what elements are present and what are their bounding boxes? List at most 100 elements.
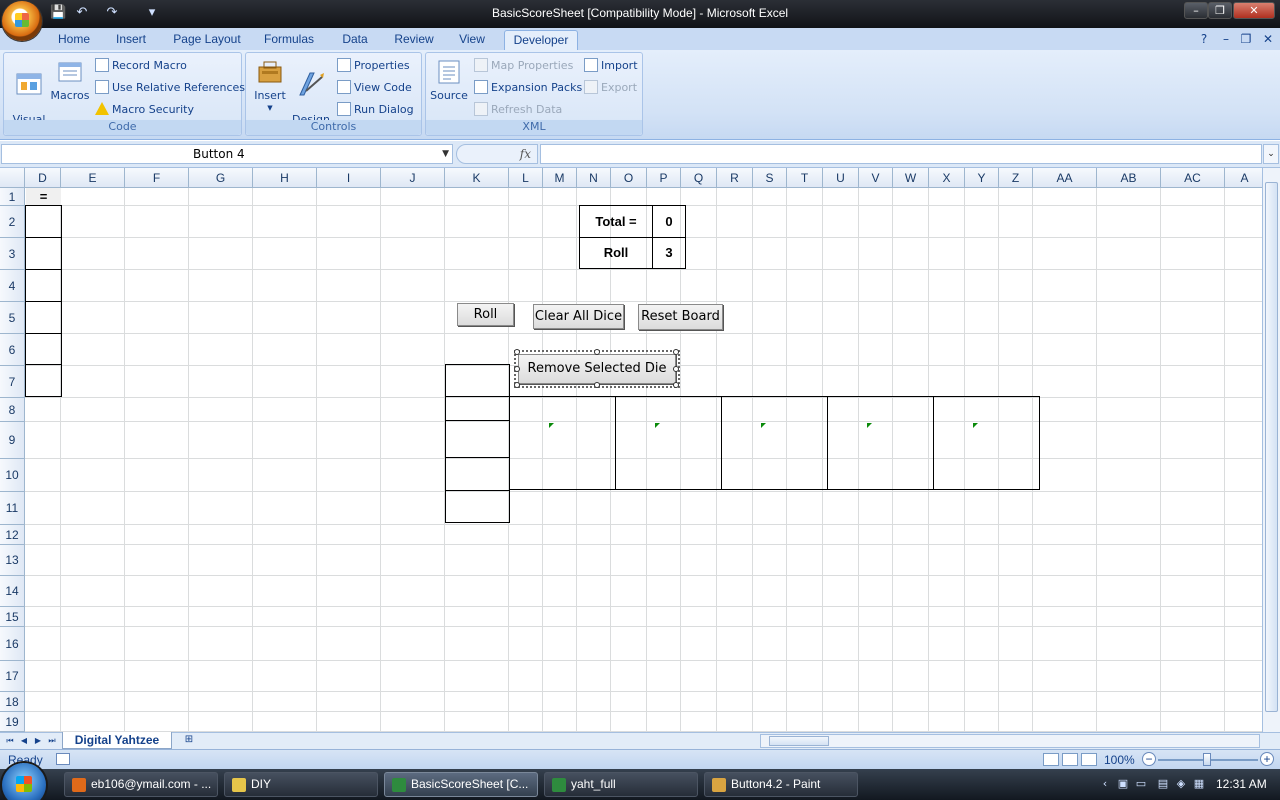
row-header[interactable]: 7: [0, 366, 25, 398]
tab-insert[interactable]: Insert: [106, 30, 156, 50]
row-header[interactable]: 19: [0, 712, 25, 732]
minimize-button[interactable]: –: [1184, 2, 1208, 19]
tab-formulas[interactable]: Formulas: [256, 30, 322, 50]
tab-page-layout[interactable]: Page Layout: [166, 30, 248, 50]
insert-worksheet-icon[interactable]: ⊞: [178, 734, 200, 748]
taskbar-item-diy-folder[interactable]: DIY: [224, 772, 378, 797]
office-button[interactable]: [2, 1, 42, 41]
resize-handle[interactable]: [514, 349, 520, 355]
help-icon[interactable]: ?: [1196, 31, 1212, 47]
column-header[interactable]: Y: [965, 168, 999, 188]
column-header[interactable]: AC: [1161, 168, 1225, 188]
cell-k8-box[interactable]: [445, 396, 510, 421]
row-header[interactable]: 12: [0, 525, 25, 545]
row-header[interactable]: 16: [0, 627, 25, 661]
zoom-out-icon[interactable]: −: [1142, 752, 1156, 766]
name-box-dropdown-icon[interactable]: ▼: [442, 145, 449, 163]
taskbar-item-excel-scoresheet[interactable]: BasicScoreSheet [C...: [384, 772, 538, 797]
formula-input[interactable]: [540, 144, 1262, 164]
die-box-1[interactable]: [509, 396, 616, 490]
cell-d2-box[interactable]: [25, 205, 62, 238]
die-box-3[interactable]: [721, 396, 828, 490]
close-button[interactable]: ✕: [1233, 2, 1275, 19]
cell-d5-box[interactable]: [25, 301, 62, 334]
properties-button[interactable]: Properties: [337, 57, 410, 75]
taskbar-item-excel-yaht-full[interactable]: yaht_full: [544, 772, 698, 797]
column-header[interactable]: A: [1225, 168, 1262, 188]
insert-control-button[interactable]: Insert ▼: [250, 57, 290, 114]
worksheet-grid[interactable]: D E F G H I J K L M N O P Q R S T U V W X Y Z AA AB AC A 123456789…: [0, 168, 1262, 732]
relative-references-button[interactable]: Use Relative References: [95, 79, 245, 97]
start-button[interactable]: [2, 763, 46, 800]
row-header[interactable]: 5: [0, 302, 25, 334]
row-header[interactable]: 11: [0, 492, 25, 525]
expansion-packs-button[interactable]: Expansion Packs: [474, 79, 582, 97]
expand-formula-bar-icon[interactable]: ⌄: [1263, 144, 1279, 164]
horizontal-scroll-thumb[interactable]: [769, 736, 829, 746]
column-header[interactable]: K: [445, 168, 509, 188]
column-header[interactable]: S: [753, 168, 787, 188]
export-button[interactable]: Export: [584, 79, 637, 97]
row-header[interactable]: 10: [0, 459, 25, 492]
taskbar-item-firefox[interactable]: eb106@ymail.com - ...: [64, 772, 218, 797]
ribbon-minimize-icon[interactable]: –: [1218, 31, 1234, 47]
first-sheet-icon[interactable]: ⏮: [4, 733, 16, 749]
select-all-corner[interactable]: [0, 168, 25, 188]
monitor-icon[interactable]: ▭: [1134, 777, 1148, 791]
column-header[interactable]: L: [509, 168, 543, 188]
volume-icon[interactable]: ◈: [1174, 777, 1188, 791]
restore-button[interactable]: ❐: [1208, 2, 1232, 19]
column-header[interactable]: T: [787, 168, 823, 188]
normal-view-icon[interactable]: [1043, 753, 1059, 766]
macro-recording-icon[interactable]: [56, 753, 70, 765]
column-header[interactable]: O: [611, 168, 647, 188]
sheet-tab-digital-yahtzee[interactable]: Digital Yahtzee: [62, 732, 172, 749]
row-header[interactable]: 15: [0, 607, 25, 627]
row-header[interactable]: 9: [0, 422, 25, 459]
last-sheet-icon[interactable]: ⏭: [46, 733, 58, 749]
column-header[interactable]: W: [893, 168, 929, 188]
record-macro-button[interactable]: Record Macro: [95, 57, 187, 75]
run-dialog-button[interactable]: Run Dialog: [337, 101, 414, 119]
reset-board-button[interactable]: Reset Board: [638, 304, 723, 330]
clock[interactable]: 12:31 AM: [1216, 777, 1267, 791]
column-header[interactable]: F: [125, 168, 189, 188]
clear-all-dice-button[interactable]: Clear All Dice: [533, 304, 624, 329]
prev-sheet-icon[interactable]: ◀: [18, 733, 30, 749]
die-box-4[interactable]: [827, 396, 934, 490]
source-button[interactable]: Source: [428, 57, 470, 102]
page-break-view-icon[interactable]: [1081, 753, 1097, 766]
column-header[interactable]: R: [717, 168, 753, 188]
resize-handle[interactable]: [594, 349, 600, 355]
resize-handle[interactable]: [673, 366, 679, 372]
column-header[interactable]: U: [823, 168, 859, 188]
resize-handle[interactable]: [673, 382, 679, 388]
insert-function-icon[interactable]: fx: [520, 147, 531, 161]
cell-k10-box[interactable]: [445, 457, 510, 491]
zoom-in-icon[interactable]: +: [1260, 752, 1274, 766]
die-box-5[interactable]: [933, 396, 1040, 490]
macro-security-button[interactable]: Macro Security: [95, 101, 194, 119]
next-sheet-icon[interactable]: ▶: [32, 733, 44, 749]
ribbon-close-icon[interactable]: ✕: [1260, 31, 1276, 47]
cell-d6-box[interactable]: [25, 333, 62, 365]
roll-button[interactable]: Roll: [457, 303, 514, 326]
row-header[interactable]: 3: [0, 238, 25, 270]
resize-handle[interactable]: [673, 349, 679, 355]
column-header[interactable]: I: [317, 168, 381, 188]
column-header[interactable]: J: [381, 168, 445, 188]
zoom-level[interactable]: 100%: [1104, 753, 1135, 767]
resize-handle[interactable]: [514, 382, 520, 388]
column-header[interactable]: E: [61, 168, 125, 188]
row-header[interactable]: 4: [0, 270, 25, 302]
tab-data[interactable]: Data: [330, 30, 380, 50]
row-header[interactable]: 13: [0, 545, 25, 576]
row-header[interactable]: 18: [0, 692, 25, 712]
cell-k7-box[interactable]: [445, 364, 510, 397]
resize-handle[interactable]: [514, 366, 520, 372]
column-header[interactable]: H: [253, 168, 317, 188]
cell-d3-box[interactable]: [25, 237, 62, 270]
ribbon-restore-icon[interactable]: ❐: [1238, 31, 1254, 47]
macros-button[interactable]: Macros: [50, 57, 90, 102]
refresh-data-button[interactable]: Refresh Data: [474, 101, 562, 119]
